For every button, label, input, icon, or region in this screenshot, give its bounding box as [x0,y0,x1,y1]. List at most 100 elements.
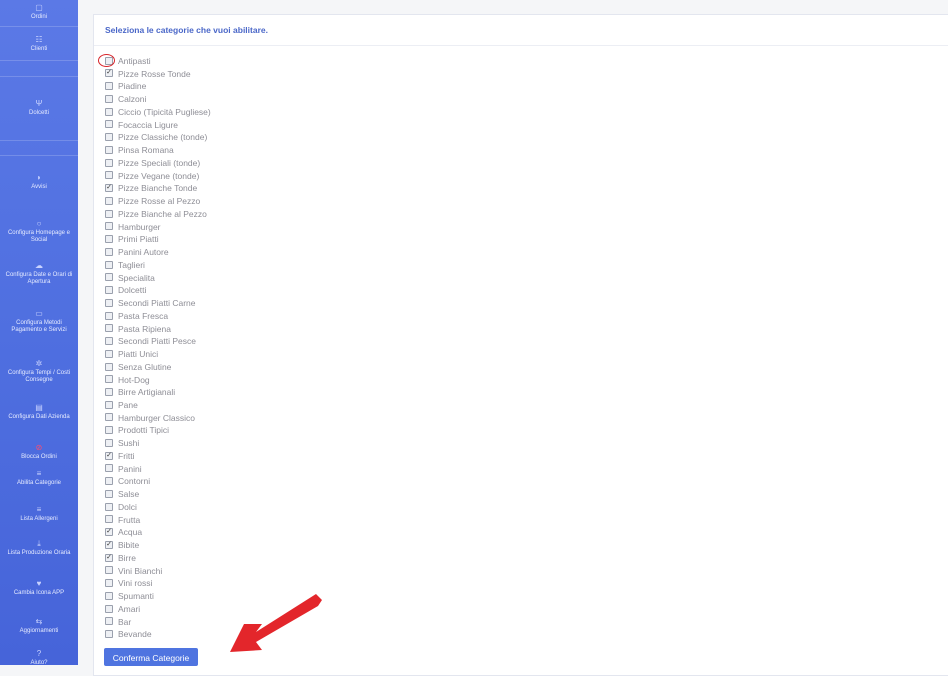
checkbox[interactable] [105,298,113,307]
checkbox[interactable] [105,362,113,371]
category-option[interactable]: Pizze Speciali (tonde) [105,157,200,169]
checkbox[interactable] [105,413,113,422]
sidebar-item[interactable]: Ψ Dolcetti [0,100,78,117]
checkbox[interactable] [105,349,113,358]
checkbox[interactable] [105,630,113,639]
checkbox[interactable] [105,464,113,473]
sidebar-item[interactable]: ≡ Abilita Categorie [0,470,78,487]
checkbox[interactable] [105,604,113,613]
category-option[interactable]: Pizze Bianche al Pezzo [105,208,207,220]
category-option[interactable]: ✓ Pizze Rosse Tonde [105,68,191,80]
category-option[interactable]: Birre Artigianali [105,386,175,398]
category-option[interactable]: Pane [105,399,138,411]
category-option[interactable]: Bevande [105,628,152,640]
sidebar-item[interactable]: ▭ Configura Metodi Pagamento e Servizi [0,310,78,334]
checkbox[interactable] [105,515,113,524]
category-option[interactable]: Senza Glutine [105,361,171,373]
checkbox[interactable] [105,324,113,333]
sidebar-item[interactable]: ☷ Clienti [0,36,78,53]
category-option[interactable]: Taglieri [105,259,145,271]
sidebar-item[interactable]: ▢ Ordini [0,4,78,21]
checkbox[interactable] [105,375,113,384]
checkbox-checked[interactable]: ✓ [105,69,113,78]
checkbox[interactable] [105,171,113,180]
checkbox[interactable] [105,133,113,142]
sidebar-item[interactable]: ○ Configura Homepage e Social [0,220,78,244]
sidebar-item[interactable]: ☁ Configura Date e Orari di Apertura [0,262,78,286]
category-option[interactable]: Vini Bianchi [105,565,162,577]
sidebar-item[interactable]: ◗ Avvisi [0,174,78,191]
category-option[interactable]: Pasta Fresca [105,310,168,322]
checkbox-checked[interactable]: ✓ [105,184,113,193]
checkbox[interactable] [105,196,113,205]
checkbox[interactable] [105,426,113,435]
category-option[interactable]: ✓ Bibite [105,539,139,551]
category-option[interactable]: Vini rossi [105,577,152,589]
category-option[interactable]: Piatti Unici [105,348,158,360]
sidebar-item[interactable]: ✲ Configura Tempi / Costi Consegne [0,360,78,384]
category-option[interactable]: Spumanti [105,590,154,602]
category-option[interactable]: Sushi [105,437,139,449]
sidebar-item[interactable]: ≡ Lista Allergeni [0,506,78,523]
category-option[interactable]: Amari [105,603,140,615]
category-option[interactable]: ✓ Fritti [105,450,135,462]
category-option[interactable]: Dolcetti [105,284,146,296]
category-option[interactable]: Calzoni [105,93,146,105]
category-option[interactable]: Pizze Classiche (tonde) [105,131,207,143]
category-option[interactable]: Piadine [105,80,146,92]
category-option[interactable]: ✓ Pizze Bianche Tonde [105,182,197,194]
checkbox[interactable] [105,120,113,129]
category-option[interactable]: Hamburger [105,221,161,233]
checkbox[interactable] [105,222,113,231]
category-option[interactable]: Bar [105,616,131,628]
checkbox[interactable] [105,337,113,346]
checkbox[interactable] [105,400,113,409]
category-option[interactable]: Ciccio (Tipicità Pugliese) [105,106,211,118]
confirm-categories-button[interactable]: Conferma Categorie [104,648,198,666]
checkbox[interactable] [105,286,113,295]
category-option[interactable]: Prodotti Tipici [105,424,169,436]
checkbox[interactable] [105,107,113,116]
checkbox[interactable] [105,145,113,154]
checkbox[interactable] [105,489,113,498]
sidebar-item[interactable]: ? Aiuto? [0,650,78,667]
checkbox[interactable] [105,209,113,218]
checkbox[interactable] [105,579,113,588]
checkbox-checked[interactable]: ✓ [105,540,113,549]
checkbox[interactable] [105,438,113,447]
checkbox-checked[interactable]: ✓ [105,451,113,460]
category-option[interactable]: Focaccia Ligure [105,119,178,131]
category-option[interactable]: Secondi Piatti Carne [105,297,196,309]
sidebar-item[interactable]: ♥ Cambia Icona APP [0,580,78,597]
checkbox[interactable] [105,566,113,575]
checkbox[interactable] [105,617,113,626]
category-option[interactable]: Hot-Dog [105,374,150,386]
checkbox[interactable] [105,502,113,511]
category-option[interactable]: Hamburger Classico [105,412,195,424]
category-option[interactable]: Specialita [105,272,155,284]
checkbox[interactable] [105,591,113,600]
category-option[interactable]: ✓ Birre [105,552,136,564]
category-option[interactable]: ✓ Acqua [105,526,142,538]
category-option[interactable]: Pinsa Romana [105,144,174,156]
checkbox[interactable] [105,247,113,256]
category-option[interactable]: Pizze Vegane (tonde) [105,170,199,182]
category-option[interactable]: Contorni [105,475,150,487]
checkbox[interactable] [105,260,113,269]
category-option[interactable]: Primi Piatti [105,233,159,245]
checkbox-checked[interactable]: ✓ [105,528,113,537]
checkbox[interactable] [105,311,113,320]
sidebar-item[interactable]: ⊘ Blocca Ordini [0,444,78,461]
category-option[interactable]: Pasta Ripiena [105,323,171,335]
checkbox[interactable] [105,235,113,244]
category-option[interactable]: Salse [105,488,139,500]
checkbox[interactable] [105,82,113,91]
category-option[interactable]: Panini Autore [105,246,169,258]
checkbox-checked[interactable]: ✓ [105,553,113,562]
category-option[interactable]: Frutta [105,514,140,526]
checkbox[interactable] [105,273,113,282]
checkbox[interactable] [105,94,113,103]
category-option[interactable]: Dolci [105,501,137,513]
checkbox[interactable] [105,387,113,396]
checkbox[interactable] [105,158,113,167]
